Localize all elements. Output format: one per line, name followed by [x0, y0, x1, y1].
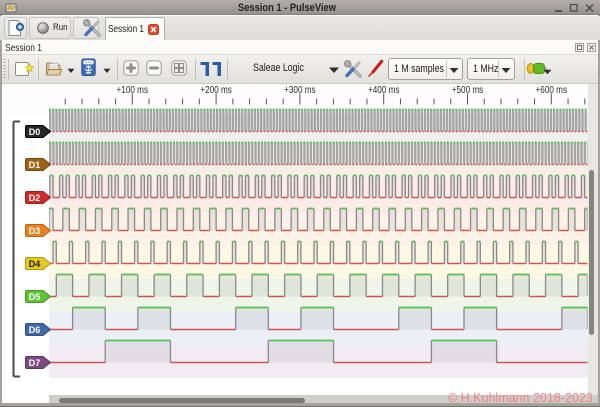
svg-text:D2: D2: [29, 193, 41, 203]
svg-text:D1: D1: [29, 160, 41, 170]
svg-text:D0: D0: [29, 127, 41, 137]
svg-text:D7: D7: [29, 358, 41, 368]
svg-text:D4: D4: [29, 259, 41, 269]
svg-text:D5: D5: [29, 292, 41, 302]
svg-text:D6: D6: [29, 325, 41, 335]
svg-text:D3: D3: [29, 226, 41, 236]
